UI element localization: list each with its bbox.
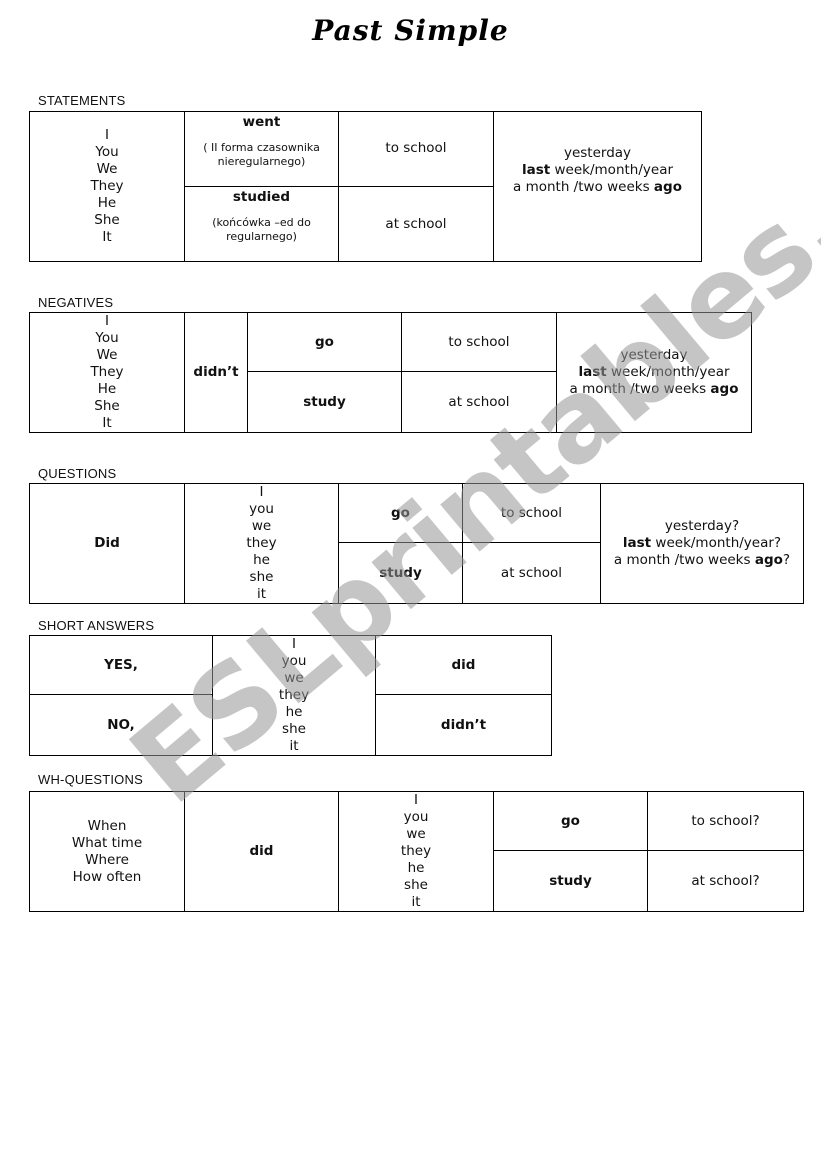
wh-questions-table: When What time Where How often did I you… — [29, 791, 804, 912]
short-answers-table: YES, I you we they he she it did NO, did… — [29, 634, 552, 756]
time-ago: a month /two weeks ago — [513, 179, 682, 195]
statements-time: yesterday last week/month/year a month /… — [493, 111, 702, 262]
questions-verb1: go — [338, 482, 463, 544]
pronoun: It — [102, 415, 112, 431]
questions-label: QUESTIONS — [38, 466, 117, 481]
pronoun: it — [289, 738, 299, 754]
pronoun: He — [97, 381, 117, 397]
pronoun: They — [90, 178, 124, 194]
page-title: Past Simple — [312, 14, 509, 47]
pronoun: We — [96, 347, 118, 363]
negatives-verb2: study — [247, 371, 402, 433]
time-last: last week/month/year? — [622, 535, 782, 551]
wh-word: What time — [71, 834, 143, 851]
answer-yes: YES, — [29, 634, 213, 696]
pronoun: it — [256, 586, 267, 602]
wh-pronouns: I you we they he she it — [338, 791, 494, 912]
short-answers-label: SHORT ANSWERS — [38, 618, 155, 633]
pronoun: they — [400, 843, 432, 859]
pronoun: he — [285, 704, 303, 720]
pronoun: We — [96, 161, 118, 177]
statements-place2: at school — [338, 186, 494, 262]
negatives-place1: to school — [401, 311, 557, 373]
questions-verb2: study — [338, 542, 463, 604]
time-ago: a month /two weeks ago — [569, 381, 739, 397]
pronoun: you — [281, 653, 307, 669]
negatives-verb1: go — [247, 311, 402, 373]
pronoun: I — [292, 636, 296, 652]
pronoun: you — [403, 809, 429, 825]
pronoun: they — [278, 687, 310, 703]
wh-verb1: go — [493, 791, 648, 851]
time-yesterday: yesterday? — [664, 518, 740, 534]
pronoun: she — [282, 721, 306, 737]
pronoun: She — [94, 398, 120, 414]
negatives-auxiliary: didn’t — [184, 312, 248, 433]
wh-word: When — [87, 817, 127, 834]
questions-auxiliary: Did — [29, 483, 185, 604]
answer-did: did — [375, 634, 552, 696]
statements-verb2-cell: studied (końcówka –ed do regularnego) — [184, 186, 339, 262]
short-answers-pronouns: I you we they he she it — [212, 635, 376, 756]
verb-studied: studied — [232, 189, 291, 205]
questions-place2: at school — [462, 542, 601, 604]
wh-verb2: study — [493, 850, 648, 912]
answer-no: NO, — [29, 694, 213, 756]
pronoun: we — [251, 518, 272, 534]
pronoun: he — [407, 860, 425, 876]
negatives-table: I You We They He She It didn’t go to sch… — [29, 311, 752, 433]
time-ago: a month /two weeks ago? — [613, 552, 791, 568]
wh-place1: to school? — [647, 791, 804, 851]
verb-note: ( II forma czasownika nieregularnego) — [203, 141, 320, 168]
pronoun: He — [97, 195, 117, 211]
statements-verb1-cell: went ( II forma czasownika nieregularneg… — [184, 111, 339, 187]
wh-word: Where — [85, 851, 129, 868]
negatives-place2: at school — [401, 371, 557, 433]
pronoun: they — [246, 535, 277, 551]
wh-auxiliary: did — [184, 791, 339, 912]
pronoun: she — [249, 569, 274, 585]
wh-words: When What time Where How often — [29, 791, 185, 912]
pronoun: I — [105, 127, 109, 143]
verb-went: went — [242, 114, 281, 130]
pronoun: I — [414, 792, 418, 808]
pronoun: You — [95, 144, 119, 160]
questions-time: yesterday? last week/month/year? a month… — [600, 483, 804, 604]
verb-note: (końcówka –ed do regularnego) — [212, 216, 311, 243]
pronoun: It — [102, 229, 112, 245]
pronoun: You — [95, 330, 119, 346]
questions-table: Did I you we they he she it go to school… — [29, 482, 804, 604]
time-yesterday: yesterday — [620, 347, 688, 363]
pronoun: he — [253, 552, 270, 568]
statements-pronouns: I You We They He She It — [29, 111, 185, 262]
wh-word: How often — [72, 868, 142, 885]
pronoun: I — [105, 313, 109, 329]
questions-place1: to school — [462, 482, 601, 544]
pronoun: They — [90, 364, 124, 380]
pronoun: we — [284, 670, 304, 686]
statements-table: I You We They He She It went ( II forma … — [29, 111, 702, 262]
pronoun: you — [249, 501, 274, 517]
pronoun: I — [259, 484, 264, 500]
pronoun: She — [94, 212, 120, 228]
negatives-label: NEGATIVES — [38, 295, 114, 310]
wh-place2: at school? — [647, 850, 804, 912]
time-last: last week/month/year — [578, 364, 730, 380]
wh-questions-label: WH-QUESTIONS — [38, 772, 143, 787]
time-yesterday: yesterday — [563, 145, 632, 161]
statements-label: STATEMENTS — [38, 93, 126, 108]
statements-place1: to school — [338, 111, 494, 187]
pronoun: we — [406, 826, 426, 842]
pronoun: it — [411, 894, 421, 910]
negatives-pronouns: I You We They He She It — [29, 312, 185, 433]
questions-pronouns: I you we they he she it — [184, 483, 339, 604]
negatives-time: yesterday last week/month/year a month /… — [556, 312, 752, 433]
time-last: last week/month/year — [521, 162, 674, 178]
pronoun: she — [404, 877, 428, 893]
answer-didnt: didn’t — [375, 694, 552, 756]
